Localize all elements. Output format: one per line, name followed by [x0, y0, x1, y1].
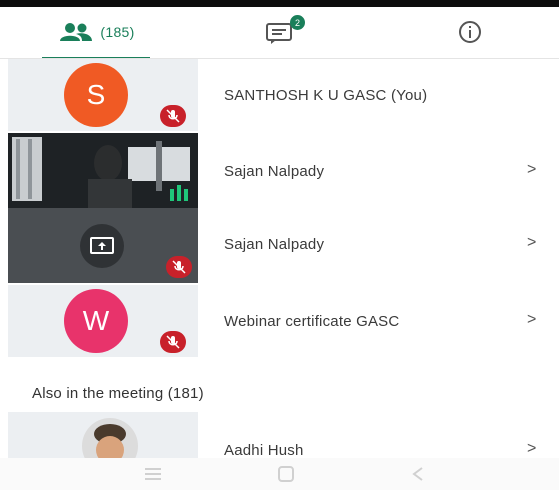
audio-level-icon [168, 183, 190, 201]
avatar-photo [82, 418, 138, 458]
info-icon [459, 21, 481, 43]
participant-tile: W [8, 285, 198, 357]
participant-name: Sajan Nalpady [224, 236, 325, 253]
avatar: S [64, 63, 128, 127]
chevron-right-icon: > [527, 161, 537, 178]
participant-row[interactable]: W Webinar certificate GASC > [0, 285, 559, 357]
participant-row[interactable]: Sajan Nalpady > [0, 133, 559, 208]
tab-info[interactable] [420, 7, 520, 57]
participants-count: (185) [100, 24, 135, 40]
participant-share-tile [8, 208, 198, 283]
chevron-right-icon: > [527, 440, 537, 457]
avatar: W [64, 289, 128, 353]
tab-bar: (185) 2 [0, 7, 559, 60]
back-icon[interactable] [410, 458, 426, 490]
participant-row[interactable]: Sajan Nalpady > [0, 208, 559, 283]
system-nav-bar [0, 458, 559, 490]
tab-chat[interactable] [230, 7, 330, 57]
participant-name: Webinar certificate GASC [224, 313, 400, 330]
participant-tile [8, 412, 198, 458]
participant-row[interactable]: S SANTHOSH K U GASC (You) [0, 59, 559, 131]
chat-unread-badge: 2 [290, 15, 305, 30]
participant-video-tile [8, 133, 198, 208]
section-header: Also in the meeting (181) [32, 385, 204, 402]
participant-name: Sajan Nalpady [224, 163, 325, 180]
screen-share-icon [80, 224, 124, 268]
participant-name: SANTHOSH K U GASC (You) [224, 87, 428, 104]
participant-row[interactable]: Aadhi Hush > [0, 412, 559, 458]
participant-tile: S [8, 59, 198, 131]
home-icon[interactable] [278, 458, 294, 490]
menu-icon[interactable] [145, 458, 161, 490]
participant-name: Aadhi Hush [224, 442, 304, 458]
mic-muted-icon [160, 331, 186, 353]
chevron-right-icon: > [527, 311, 537, 328]
tab-participants[interactable]: (185) [30, 7, 165, 57]
people-icon [60, 23, 93, 41]
mic-muted-icon [160, 105, 186, 127]
status-bar [0, 0, 559, 7]
mic-muted-icon [166, 256, 192, 278]
chevron-right-icon: > [527, 234, 537, 251]
